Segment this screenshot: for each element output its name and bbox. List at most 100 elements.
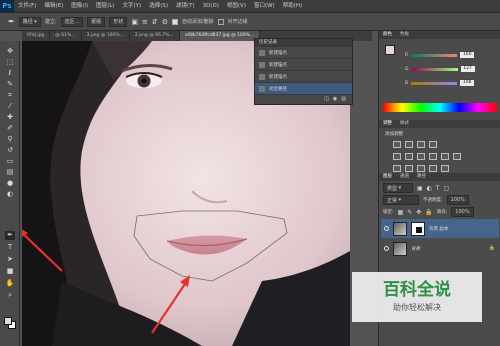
zoom-tool-icon[interactable]: ⌕ — [5, 291, 15, 300]
history-item[interactable]: 新建锚点 — [255, 47, 352, 59]
threshold-icon[interactable] — [417, 165, 425, 172]
tab-color[interactable]: 颜色 — [383, 31, 392, 39]
levels-icon[interactable] — [405, 141, 413, 148]
menu-select[interactable]: 选择(S) — [145, 0, 172, 12]
doc-tab-4[interactable]: 2.png @ 66.7%... — [130, 31, 180, 41]
menu-view[interactable]: 视图(V) — [223, 0, 250, 12]
foreground-swatch-preview[interactable] — [385, 45, 395, 55]
hand-tool-icon[interactable]: ✋ — [5, 279, 15, 288]
tab-adjustments[interactable]: 调整 — [383, 120, 392, 128]
black-white-icon[interactable] — [429, 153, 437, 160]
curves-icon[interactable] — [417, 141, 425, 148]
make-shape-button[interactable]: 形状 — [109, 16, 128, 27]
green-slider[interactable] — [411, 67, 458, 71]
path-operations-icon[interactable]: ▣ — [131, 18, 138, 26]
filter-adjust-icon[interactable]: ◐ — [427, 185, 432, 192]
menu-3d[interactable]: 3D(D) — [199, 0, 223, 12]
blur-tool-icon[interactable]: ● — [5, 179, 15, 188]
menu-file[interactable]: 文件(F) — [14, 0, 40, 12]
clone-stamp-tool-icon[interactable]: ⚲ — [5, 135, 15, 144]
foreground-color-swatch[interactable] — [4, 317, 12, 325]
history-item[interactable]: 新建锚点 — [255, 59, 352, 71]
filter-type-icon[interactable]: T — [436, 185, 440, 192]
lock-all-icon[interactable]: 🔒 — [425, 209, 432, 216]
tab-swatches[interactable]: 色板 — [400, 31, 409, 39]
blend-mode-select[interactable]: 正常 ▾ — [383, 195, 419, 205]
invert-icon[interactable] — [393, 165, 401, 172]
fill-value[interactable]: 100% — [451, 207, 474, 217]
lasso-tool-icon[interactable]: ℓ — [5, 69, 15, 78]
tool-mode-select[interactable]: 路径 ▾ — [18, 16, 41, 27]
lock-pixels-icon[interactable]: ✎ — [407, 209, 412, 216]
photo-filter-icon[interactable] — [441, 153, 449, 160]
menu-layer[interactable]: 图层(L) — [92, 0, 118, 12]
lock-position-icon[interactable]: ✥ — [416, 209, 421, 216]
doc-tab-3[interactable]: 3.png @ 100%... — [82, 31, 130, 41]
tab-styles[interactable]: 样式 — [400, 120, 409, 128]
posterize-icon[interactable] — [405, 165, 413, 172]
blue-value[interactable]: 108 — [460, 80, 475, 86]
blue-slider[interactable] — [411, 81, 458, 85]
color-balance-icon[interactable] — [417, 153, 425, 160]
marquee-tool-icon[interactable]: ⬚ — [5, 58, 15, 67]
green-value[interactable]: 127 — [460, 66, 475, 72]
path-select-tool-icon[interactable]: ➤ — [5, 255, 15, 264]
path-align-icon[interactable]: ≡ — [142, 18, 148, 26]
auto-add-delete-checkbox[interactable] — [171, 18, 178, 25]
menu-help[interactable]: 帮助(H) — [279, 0, 306, 12]
quick-select-tool-icon[interactable]: ✎ — [5, 80, 15, 89]
channel-mixer-icon[interactable] — [453, 153, 461, 160]
gradient-tool-icon[interactable]: ▤ — [5, 168, 15, 177]
eye-icon[interactable] — [384, 226, 389, 231]
tab-paths[interactable]: 路径 — [417, 173, 426, 181]
filter-shape-icon[interactable]: ▢ — [444, 185, 450, 192]
menu-image[interactable]: 图像(I) — [67, 0, 92, 12]
menu-filter[interactable]: 滤镜(T) — [172, 0, 199, 12]
make-mask-button[interactable]: 蒙版 — [87, 16, 106, 27]
menu-window[interactable]: 窗口(W) — [250, 0, 279, 12]
brightness-icon[interactable] — [393, 141, 401, 148]
shape-tool-icon[interactable]: ■ — [5, 267, 15, 276]
filter-pixel-icon[interactable]: ▣ — [417, 185, 423, 192]
trash-icon[interactable]: ▥ — [341, 95, 346, 103]
history-brush-tool-icon[interactable]: ↺ — [5, 146, 15, 155]
history-item[interactable]: 新建锚点 — [255, 71, 352, 83]
dodge-tool-icon[interactable]: ◐ — [5, 190, 15, 199]
camera-icon[interactable]: ◉ — [333, 95, 337, 103]
exposure-icon[interactable] — [429, 141, 437, 148]
pen-tool-icon[interactable]: ✒ — [8, 17, 15, 26]
tab-channels[interactable]: 通道 — [400, 173, 409, 181]
eyedropper-tool-icon[interactable]: ⁄ — [5, 102, 15, 111]
menu-type[interactable]: 文字(Y) — [119, 0, 146, 12]
layer-row[interactable]: 背景 🔒 — [381, 239, 499, 258]
layer-kind-select[interactable]: 类型 ▾ — [383, 183, 413, 193]
eraser-tool-icon[interactable]: ▭ — [5, 157, 15, 166]
doc-tab-1[interactable]: RfdJ.jpg — [22, 31, 51, 41]
snapshot-icon[interactable]: ◫ — [324, 95, 329, 103]
healing-tool-icon[interactable]: ✚ — [5, 113, 15, 122]
vibrance-icon[interactable] — [393, 153, 401, 160]
brush-tool-icon[interactable]: ✐ — [5, 124, 15, 133]
selective-color-icon[interactable] — [441, 165, 449, 172]
layer-mask-thumbnail[interactable] — [411, 221, 425, 236]
opacity-value[interactable]: 100% — [446, 195, 469, 205]
align-edges-checkbox[interactable] — [217, 18, 224, 25]
red-slider[interactable] — [411, 53, 458, 57]
menu-edit[interactable]: 编辑(E) — [40, 0, 67, 12]
lock-transparent-icon[interactable]: ▦ — [398, 209, 404, 216]
history-item-selected[interactable]: 闭合路径 — [255, 83, 352, 95]
doc-tab-active[interactable]: s48b764ffcd637.jpg @ 100%... — [179, 31, 261, 41]
pen-tool-icon[interactable]: ✒ — [5, 231, 15, 240]
crop-tool-icon[interactable]: ⌗ — [5, 91, 15, 100]
gear-icon[interactable]: ⚙ — [162, 18, 168, 26]
red-value[interactable]: 160 — [460, 52, 475, 58]
gradient-map-icon[interactable] — [429, 165, 437, 172]
path-arrange-icon[interactable]: ⇵ — [152, 18, 158, 26]
layer-row-selected[interactable]: 背景 副本 — [381, 219, 499, 238]
make-selection-button[interactable]: 选区... — [60, 16, 84, 27]
doc-tab-2[interactable]: @ 61%... — [50, 31, 82, 41]
type-tool-icon[interactable]: T — [5, 243, 15, 252]
tab-layers[interactable]: 图层 — [383, 173, 392, 181]
eye-icon[interactable] — [384, 246, 389, 251]
hue-saturation-icon[interactable] — [405, 153, 413, 160]
